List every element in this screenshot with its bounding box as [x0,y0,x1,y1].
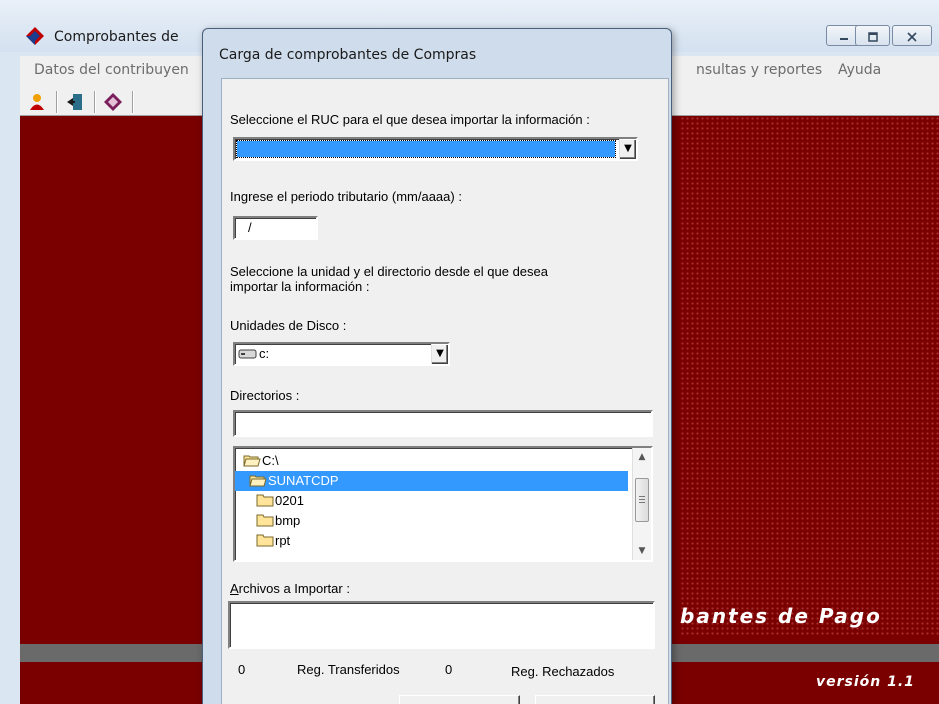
archivos-label: Archivos a Importar : [230,581,350,596]
dialog-title: Carga de comprobantes de Compras [219,47,477,63]
folder-item-0201[interactable]: 0201 [235,491,628,511]
rechazados-label: Reg. Rechazados [511,664,615,679]
scroll-thumb[interactable] [635,478,649,522]
unidad-label-line2: importar la información : [230,279,370,294]
drive-icon [238,349,257,359]
minimize-icon [840,38,848,40]
main-window-title: Comprobantes de [54,29,179,45]
folder-item-root[interactable]: C:\ [235,451,628,471]
folder-name: 0201 [275,493,304,508]
disco-combobox[interactable]: c: ▼ [233,342,450,366]
exit-toolbar-button[interactable] [64,91,90,113]
dialog-body: Seleccione el RUC para el que desea impo… [221,78,669,704]
close-button[interactable] [892,25,932,46]
periodo-value: / [248,220,252,235]
folder-list: C:\ SUNATCDP 0201 bmp rpt [235,448,628,560]
folder-item-rpt[interactable]: rpt [235,531,628,551]
archivos-field[interactable] [228,601,655,649]
aceptar-button[interactable]: Aceptar [399,695,520,704]
folder-name: rpt [275,533,291,548]
help-toolbar-button[interactable] [102,91,128,113]
user-icon [30,94,44,110]
exit-door-icon [67,94,82,110]
folder-tree-scrollbar[interactable]: ▲ ▼ [632,448,651,560]
ruc-selected-value [236,140,616,158]
folder-item-sunatcdp[interactable]: SUNATCDP [235,471,628,491]
rechazados-count: 0 [445,662,453,677]
folder-icon [256,514,274,527]
ruc-dropdown-button[interactable]: ▼ [619,139,636,159]
version-label: versión 1.1 [816,674,915,690]
open-folder-icon [249,475,267,487]
folder-icon [256,494,274,507]
folder-tree[interactable]: C:\ SUNATCDP 0201 bmp rpt ▲ ▼ [233,446,653,562]
menu-datos-contribuyente[interactable]: Datos del contribuyen [34,62,189,78]
import-dialog: Carga de comprobantes de Compras Selecci… [202,28,672,704]
periodo-input[interactable]: / [233,216,318,240]
folder-name: bmp [275,513,301,528]
transferidos-count: 0 [238,662,246,677]
salir-button[interactable]: Salir [535,695,655,704]
folder-item-bmp[interactable]: bmp [235,511,628,531]
chevron-down-icon: ▼ [436,348,444,359]
scroll-down-icon[interactable]: ▼ [633,542,651,560]
directorios-label: Directorios : [230,388,300,403]
app-diamond-icon [26,27,44,45]
disco-value: c: [259,346,270,361]
close-icon [907,32,917,42]
chevron-down-icon: ▼ [624,143,632,154]
menu-ayuda[interactable]: Ayuda [838,62,881,78]
ruc-combobox[interactable]: ▼ [233,137,638,161]
banner-title: bantes de Pago [680,604,882,628]
folder-name: C:\ [262,453,279,468]
folder-name: SUNATCDP [268,473,339,488]
disco-dropdown-button[interactable]: ▼ [431,344,448,364]
periodo-label: Ingrese el periodo tributario (mm/aaaa) … [230,189,462,204]
folder-icon [256,534,274,547]
open-folder-icon [243,455,261,467]
scroll-up-icon[interactable]: ▲ [633,448,651,466]
ruc-label: Seleccione el RUC para el que desea impo… [230,112,590,127]
unidad-label-line1: Seleccione la unidad y el directorio des… [230,264,548,279]
transferidos-label: Reg. Transferidos [297,662,400,677]
help-book-icon [104,93,122,111]
maximize-icon [867,32,878,42]
menu-consultas-reportes[interactable]: nsultas y reportes [696,62,822,78]
maximize-button[interactable] [855,25,890,46]
disco-label: Unidades de Disco : [230,318,347,333]
directorio-path-field[interactable] [233,410,653,437]
user-toolbar-button[interactable] [26,91,52,113]
dotted-background [680,116,939,636]
